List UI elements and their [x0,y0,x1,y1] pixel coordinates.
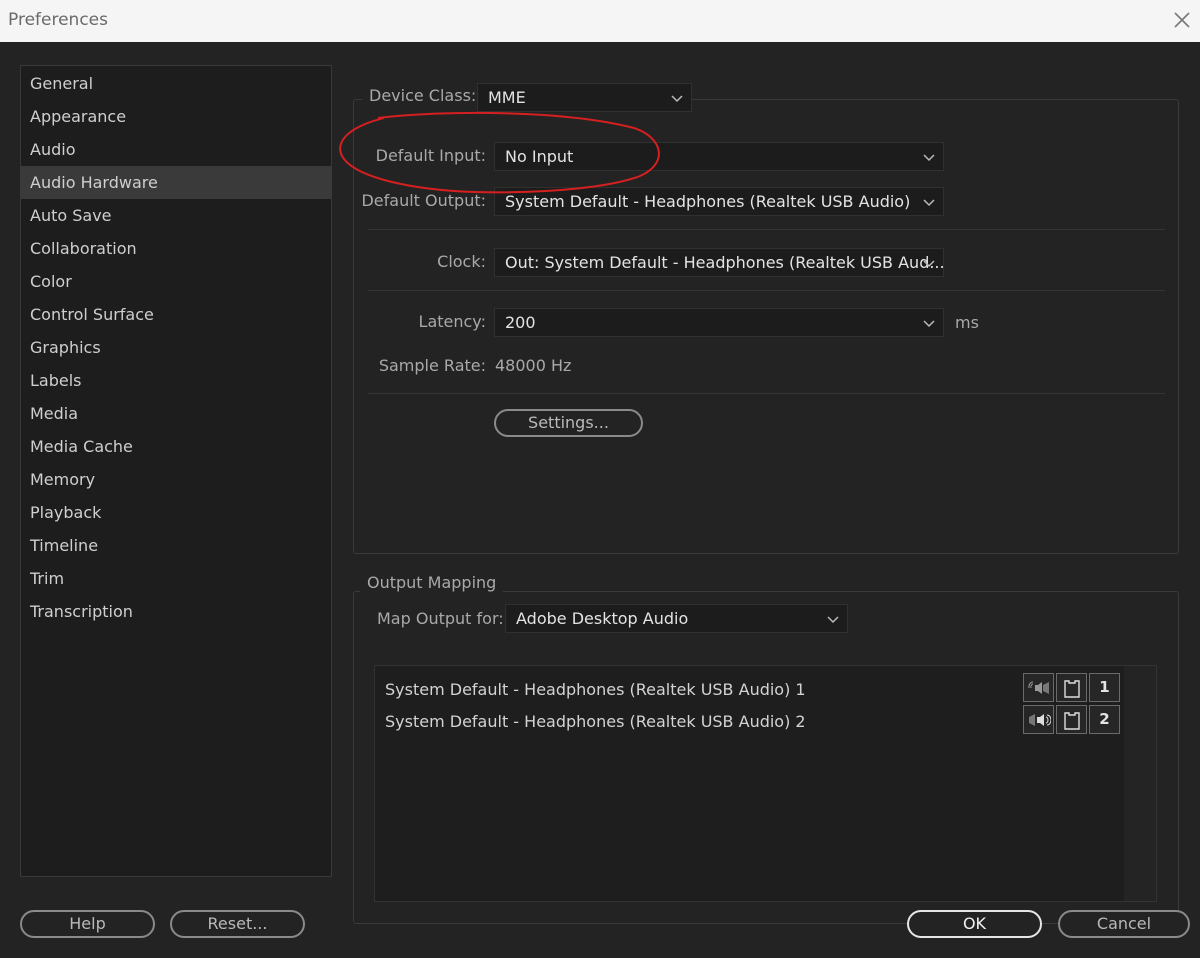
latency-unit: ms [955,313,979,332]
sidebar-item-labels[interactable]: Labels [21,364,331,397]
latency-dropdown[interactable]: 200 [494,308,944,337]
map-output-dropdown[interactable]: Adobe Desktop Audio [505,604,848,633]
sidebar-item-audio-hardware[interactable]: Audio Hardware [21,166,331,199]
map-output-label: Map Output for: [377,609,504,628]
chevron-down-icon [923,199,935,207]
map-output-value: Adobe Desktop Audio [516,609,689,628]
divider [368,393,1165,394]
cancel-button[interactable]: Cancel [1058,910,1190,938]
chevron-down-icon [923,154,935,162]
default-input-value: No Input [505,147,574,166]
clock-value: Out: System Default - Headphones (Realte… [505,253,944,272]
sidebar-item-media[interactable]: Media [21,397,331,430]
default-output-value: System Default - Headphones (Realtek USB… [505,192,911,211]
latency-value: 200 [505,313,536,332]
latency-label: Latency: [418,312,486,331]
sidebar-item-playback[interactable]: Playback [21,496,331,529]
sidebar-item-timeline[interactable]: Timeline [21,529,331,562]
chevron-down-icon [671,95,683,103]
default-output-dropdown[interactable]: System Default - Headphones (Realtek USB… [494,187,944,216]
clock-dropdown[interactable]: Out: System Default - Headphones (Realte… [494,248,944,277]
sidebar-item-collaboration[interactable]: Collaboration [21,232,331,265]
channel-index-badge[interactable]: 1 [1089,673,1120,702]
title-bar: Preferences [0,0,1200,42]
sidebar-item-appearance[interactable]: Appearance [21,100,331,133]
speaker-right-icon[interactable] [1023,705,1054,734]
chevron-down-icon [827,616,839,624]
clock-label: Clock: [437,252,486,271]
divider [368,229,1165,230]
device-class-label: Device Class: [362,86,484,105]
default-input-label: Default Input: [375,146,486,165]
divider [368,290,1165,291]
sidebar-item-general[interactable]: General [21,67,331,100]
channel-assign-icon[interactable] [1056,705,1087,734]
device-class-value: MME [488,88,526,107]
sidebar-item-memory[interactable]: Memory [21,463,331,496]
device-class-dropdown[interactable]: MME [477,83,692,112]
sample-rate-label: Sample Rate: [378,356,486,375]
output-mapping-label: Output Mapping [360,573,504,592]
sidebar-item-audio[interactable]: Audio [21,133,331,166]
help-button[interactable]: Help [20,910,155,938]
default-input-dropdown[interactable]: No Input [494,142,944,171]
speaker-left-icon[interactable] [1023,673,1054,702]
sidebar-item-trim[interactable]: Trim [21,562,331,595]
scrollbar-track[interactable] [1124,666,1156,901]
window-title: Preferences [8,10,108,30]
sidebar-item-color[interactable]: Color [21,265,331,298]
ok-button[interactable]: OK [907,910,1042,938]
list-item[interactable]: System Default - Headphones (Realtek USB… [385,680,806,699]
chevron-down-icon [923,260,935,268]
chevron-down-icon [923,320,935,328]
sidebar-item-control-surface[interactable]: Control Surface [21,298,331,331]
close-icon[interactable] [1170,8,1194,32]
list-item[interactable]: System Default - Headphones (Realtek USB… [385,712,806,731]
sidebar-item-media-cache[interactable]: Media Cache [21,430,331,463]
default-output-label: Default Output: [361,191,486,210]
sidebar-item-transcription[interactable]: Transcription [21,595,331,628]
channel-index-badge[interactable]: 2 [1089,705,1120,734]
settings-button[interactable]: Settings... [494,409,643,437]
reset-button[interactable]: Reset... [170,910,305,938]
sidebar-item-auto-save[interactable]: Auto Save [21,199,331,232]
sidebar-item-graphics[interactable]: Graphics [21,331,331,364]
channel-assign-icon[interactable] [1056,673,1087,702]
preferences-sidebar: General Appearance Audio Audio Hardware … [20,65,332,877]
sample-rate-value: 48000 Hz [495,356,572,375]
